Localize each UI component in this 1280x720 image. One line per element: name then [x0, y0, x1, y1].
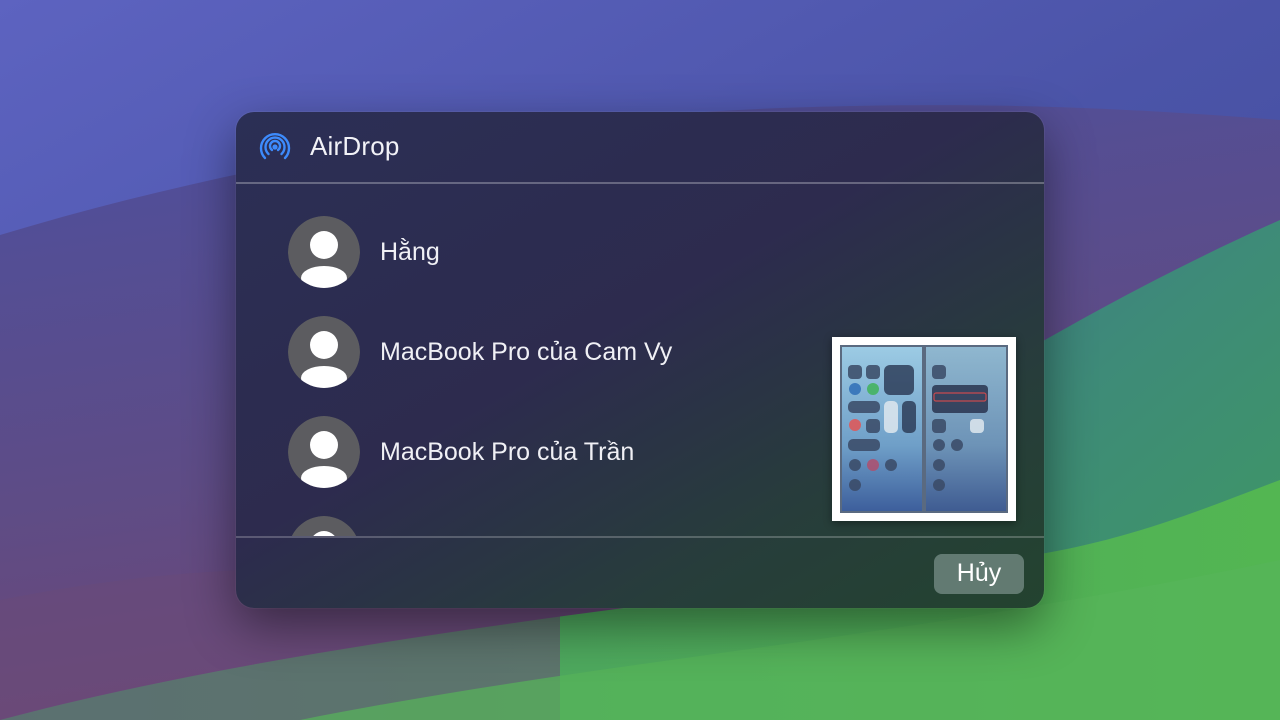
person-icon: [291, 516, 357, 536]
recipient-item-hang[interactable]: Hằng: [288, 216, 808, 288]
recipient-item-partial[interactable]: [288, 516, 808, 536]
cancel-button[interactable]: Hủy: [934, 554, 1024, 594]
recipient-name: MacBook Pro của Trần: [380, 438, 635, 466]
recipient-name: Hằng: [380, 238, 440, 266]
person-icon: [288, 316, 360, 388]
recipient-item-macbook-cam-vy[interactable]: MacBook Pro của Cam Vy: [288, 316, 808, 388]
recipient-name: MacBook Pro của Cam Vy: [380, 338, 673, 366]
recipient-item-macbook-tran[interactable]: MacBook Pro của Trần: [288, 416, 808, 488]
dialog-header: AirDrop: [236, 112, 1044, 182]
recipient-list[interactable]: Hằng MacBook Pro của Cam Vy MacBook Pro …: [236, 183, 1044, 536]
dialog-title: AirDrop: [310, 131, 400, 161]
person-icon: [288, 416, 360, 488]
person-icon: [288, 216, 360, 288]
shared-item-preview: [832, 337, 1016, 521]
screenshot-thumbnail: [840, 345, 1008, 513]
airdrop-icon: [259, 133, 291, 160]
airdrop-dialog: AirDrop Hằng MacBook Pro của Cam Vy MacB…: [236, 112, 1044, 608]
footer-divider: [236, 536, 1044, 538]
